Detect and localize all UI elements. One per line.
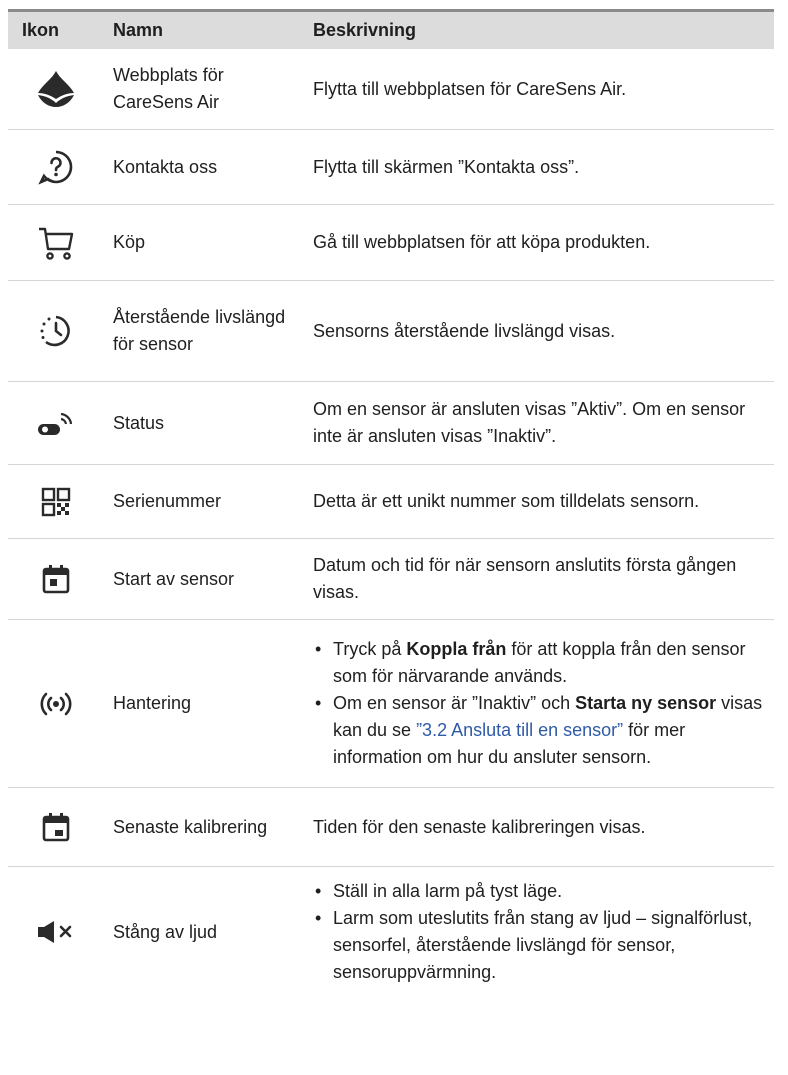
row-name: Återstående livslängd för sensor	[113, 307, 286, 354]
row-desc: Detta är ett unikt nummer som tilldelats…	[313, 491, 700, 511]
header-name: Namn	[113, 20, 164, 40]
list-item: Om en sensor är ”Inaktiv” och Starta ny …	[313, 690, 764, 771]
list-item: Tryck på Koppla från för att koppla från…	[313, 636, 764, 690]
row-desc: Tryck på Koppla från för att koppla från…	[303, 636, 774, 771]
row-desc: Ställ in alla larm på tyst läge. Larm so…	[303, 878, 774, 986]
table-row: Status Om en sensor är ansluten visas ”A…	[8, 382, 774, 465]
list-item: Larm som uteslutits från stang av ljud –…	[313, 905, 764, 986]
help-circle-icon	[37, 149, 74, 185]
row-name: Status	[113, 412, 165, 433]
bullet-bold-text: Starta ny sensor	[575, 693, 717, 713]
icon-table: Ikon Namn Beskrivning Webbplats för Care…	[8, 9, 774, 997]
row-name: Hantering	[113, 693, 192, 713]
table-row: Kontakta oss Flytta till skärmen ”Kontak…	[8, 130, 774, 205]
mute-icon	[36, 920, 76, 944]
row-desc: Sensorns återstående livslängd visas.	[313, 320, 616, 341]
table-row: Köp Gå till webbplatsen för att köpa pro…	[8, 205, 774, 281]
cart-icon	[37, 225, 75, 261]
list-item: Ställ in alla larm på tyst läge.	[313, 878, 764, 905]
table-row: Serienummer Detta är ett unikt nummer so…	[8, 465, 774, 539]
row-desc: Gå till webbplatsen för att köpa produkt…	[313, 232, 651, 252]
timer-icon	[38, 313, 74, 349]
row-name: Senaste kalibrering	[113, 816, 268, 837]
broadcast-icon	[37, 691, 75, 717]
bullet-list: Tryck på Koppla från för att koppla från…	[313, 636, 764, 771]
row-desc: Flytta till webbplatsen för CareSens Air…	[313, 78, 627, 99]
bullet-text: Om en sensor är ”Inaktiv” och	[333, 693, 576, 713]
bullet-list: Ställ in alla larm på tyst läge. Larm so…	[313, 878, 764, 986]
sensor-signal-icon	[36, 408, 76, 438]
row-name: Webbplats för CareSens Air	[113, 65, 224, 112]
bullet-bold-text: Koppla från	[406, 639, 507, 659]
calendar-icon	[42, 812, 70, 842]
header-desc: Beskrivning	[313, 20, 417, 40]
table-row: Stång av ljud Ställ in alla larm på tyst…	[8, 867, 774, 997]
water-drop-icon	[34, 69, 78, 109]
row-name: Stång av ljud	[113, 921, 218, 942]
table-row: Start av sensor Datum och tid för när se…	[8, 539, 774, 620]
row-desc: Tiden för den senaste kalibreringen visa…	[313, 816, 646, 837]
calendar-icon	[42, 564, 70, 594]
row-name: Start av sensor	[113, 568, 235, 589]
table-row: Återstående livslängd för sensor Sensorn…	[8, 281, 774, 382]
bullet-text: Tryck på	[333, 639, 407, 659]
row-name: Serienummer	[113, 491, 222, 511]
row-name: Kontakta oss	[113, 156, 218, 177]
table-row: Webbplats för CareSens Air Flytta till w…	[8, 49, 774, 130]
row-name: Köp	[113, 232, 146, 252]
section-link[interactable]: ”3.2 Ansluta till en sensor”	[416, 720, 623, 740]
qr-code-icon	[41, 487, 71, 517]
row-desc: Flytta till skärmen ”Kontakta oss”.	[313, 156, 580, 177]
table-row: Senaste kalibrering Tiden för den senast…	[8, 788, 774, 867]
table-header: Ikon Namn Beskrivning	[8, 12, 774, 49]
header-icon: Ikon	[22, 20, 60, 40]
row-desc: Om en sensor är ansluten visas ”Aktiv”. …	[313, 399, 746, 446]
row-desc: Datum och tid för när sensorn anslutits …	[313, 555, 737, 602]
table-row: Hantering Tryck på Koppla från för att k…	[8, 620, 774, 788]
